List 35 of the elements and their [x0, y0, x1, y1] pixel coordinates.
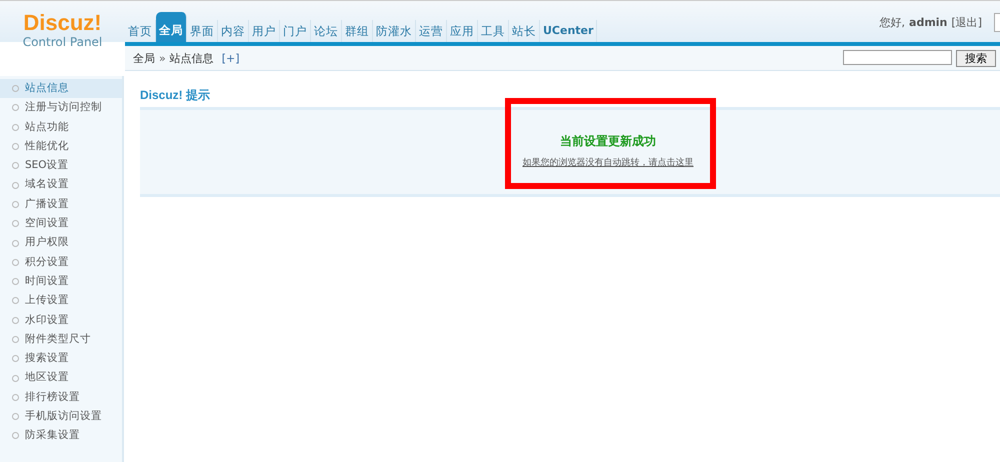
- notice-title: Discuz! 提示: [140, 87, 212, 104]
- redirect-link[interactable]: 如果您的浏览器没有自动跳转，请点击这里: [522, 156, 694, 169]
- sidebar-item[interactable]: 手机版访问设置: [0, 407, 122, 426]
- logo-text: Discuz!: [23, 11, 102, 35]
- sidebar-item[interactable]: 地区设置: [0, 368, 122, 388]
- sidebar-item[interactable]: 水印设置: [0, 310, 122, 330]
- sidebar-item[interactable]: 防采集设置: [0, 426, 122, 446]
- username: admin: [909, 16, 948, 29]
- logo-subtitle: Control Panel: [22, 35, 102, 49]
- add-shortcut-link[interactable]: [+]: [222, 52, 240, 64]
- sidebar-item[interactable]: 域名设置: [0, 175, 122, 195]
- sidebar-item[interactable]: 广播设置: [0, 194, 122, 214]
- sidebar-item[interactable]: 时间设置: [0, 272, 122, 292]
- search-button[interactable]: 搜索: [956, 50, 996, 66]
- greeting-text: 您好,: [880, 15, 906, 30]
- breadcrumb-separator: »: [159, 52, 166, 64]
- sidebar-item[interactable]: 空间设置: [0, 214, 122, 234]
- breadcrumb-link[interactable]: 全局: [133, 50, 155, 66]
- sidebar-item[interactable]: 上传设置: [0, 291, 122, 311]
- sidebar-item[interactable]: 搜索设置: [0, 349, 122, 368]
- nav-tab[interactable]: 全局: [156, 12, 187, 42]
- dropdown-field[interactable]: [994, 13, 1000, 32]
- sidebar-item[interactable]: 站点功能: [0, 118, 122, 137]
- search-field[interactable]: [843, 50, 952, 64]
- logout-link[interactable]: [退出]: [951, 15, 982, 30]
- sidebar-item[interactable]: 附件类型尺寸: [0, 330, 122, 350]
- success-message: 当前设置更新成功: [560, 133, 656, 150]
- sidebar-item[interactable]: 站点信息: [0, 79, 122, 98]
- sidebar-item[interactable]: 性能优化: [0, 136, 122, 156]
- sidebar-item[interactable]: 排行榜设置: [0, 388, 122, 408]
- sidebar-item[interactable]: 用户权限: [0, 233, 122, 253]
- breadcrumb-link[interactable]: 站点信息: [170, 50, 214, 66]
- sidebar-item[interactable]: 积分设置: [0, 252, 122, 272]
- sidebar-item[interactable]: 注册与访问控制: [0, 98, 122, 118]
- sidebar-item[interactable]: SEO设置: [0, 156, 122, 176]
